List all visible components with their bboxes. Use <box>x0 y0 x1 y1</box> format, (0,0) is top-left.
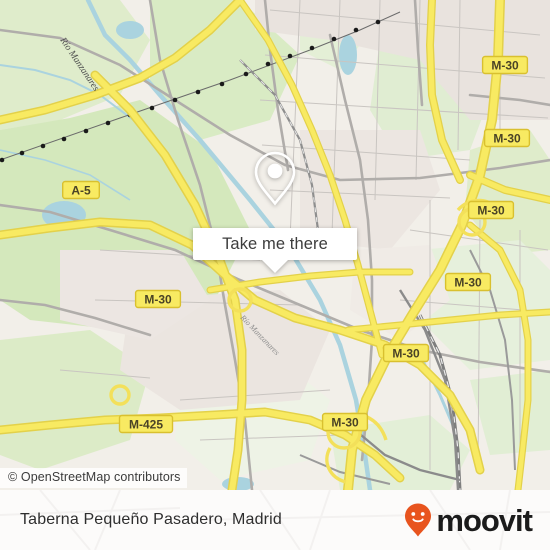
moovit-pin-smiley-icon <box>405 503 432 537</box>
footer-bar: Taberna Pequeño Pasadero, Madrid moovit <box>0 490 550 550</box>
map-pin-icon <box>254 151 296 206</box>
moovit-wordmark: moovit <box>436 502 533 538</box>
callout-pointer-tail <box>262 260 288 273</box>
moovit-place-map-screen: Río Manzanares Río Manzanares M-30 M-30 A-… <box>0 0 550 550</box>
osm-attribution[interactable]: © OpenStreetMap contributors <box>0 468 187 488</box>
moovit-logo[interactable]: moovit <box>403 502 533 538</box>
place-title: Taberna Pequeño Pasadero, Madrid <box>20 511 282 528</box>
take-me-there-button[interactable]: Take me there <box>193 228 357 260</box>
place-callout-card[interactable]: Take me there <box>193 128 357 273</box>
callout-marker-panel <box>193 128 357 228</box>
